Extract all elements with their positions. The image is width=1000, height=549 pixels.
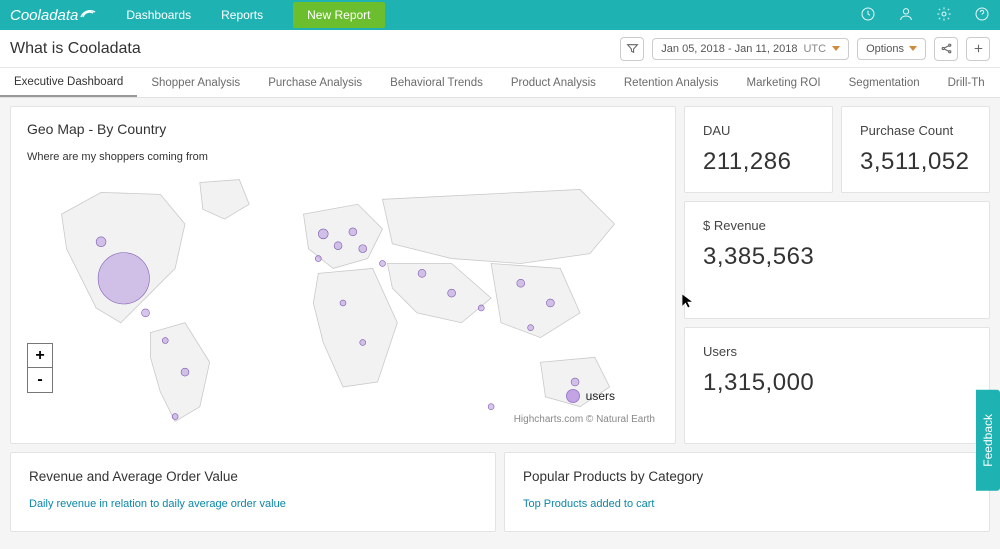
kpi-dau-value: 211,286 (703, 148, 814, 176)
date-range-picker[interactable]: Jan 05, 2018 - Jan 11, 2018 UTC (652, 38, 849, 60)
tab-product-analysis[interactable]: Product Analysis (497, 68, 610, 97)
tab-drill-through[interactable]: Drill-Th (934, 68, 999, 97)
row-2: Revenue and Average Order Value Daily re… (10, 452, 990, 532)
map-attribution: Highcharts.com © Natural Earth (514, 414, 655, 425)
chevron-down-icon (832, 46, 840, 51)
brand-text: Cooladata (10, 7, 78, 24)
panel-revenue-sub: Daily revenue in relation to daily avera… (29, 498, 477, 510)
tab-executive-dashboard[interactable]: Executive Dashboard (0, 68, 137, 97)
panel-popular-sub: Top Products added to cart (523, 498, 971, 510)
user-icon[interactable] (898, 6, 914, 25)
panel-popular-title: Popular Products by Category (523, 469, 971, 484)
tab-behavioral-trends[interactable]: Behavioral Trends (376, 68, 497, 97)
kpi-revenue-label: $ Revenue (703, 218, 971, 233)
zoom-out-button[interactable]: - (28, 368, 52, 392)
gear-icon[interactable] (936, 6, 952, 25)
kpi-users-label: Users (703, 344, 971, 359)
page-title: What is Cooladata (10, 40, 141, 58)
kpi-dau: DAU 211,286 (684, 106, 833, 193)
tabs: Executive Dashboard Shopper Analysis Pur… (0, 68, 1000, 98)
panel-revenue-title: Revenue and Average Order Value (29, 469, 477, 484)
legend-label: users (586, 389, 615, 403)
kpi-purchase-count-label: Purchase Count (860, 123, 971, 138)
header-row: What is Cooladata Jan 05, 2018 - Jan 11,… (0, 30, 1000, 68)
add-button[interactable] (966, 37, 990, 61)
tab-purchase-analysis[interactable]: Purchase Analysis (254, 68, 376, 97)
new-report-button[interactable]: New Report (293, 2, 384, 28)
nav-reports[interactable]: Reports (221, 8, 263, 22)
kpi-revenue-value: 3,385,563 (703, 243, 971, 271)
panel-popular-products: Popular Products by Category Top Product… (504, 452, 990, 532)
map-panel-title: Geo Map - By Country (27, 121, 659, 137)
logo-arc-icon (80, 5, 96, 22)
chevron-down-icon (909, 46, 917, 51)
header-right: Jan 05, 2018 - Jan 11, 2018 UTC Options (620, 37, 990, 61)
filter-button[interactable] (620, 37, 644, 61)
tab-marketing-roi[interactable]: Marketing ROI (733, 68, 835, 97)
tab-segmentation[interactable]: Segmentation (835, 68, 934, 97)
nav-dashboards[interactable]: Dashboards (126, 8, 191, 22)
kpi-dau-label: DAU (703, 123, 814, 138)
kpi-purchase-count-value: 3,511,052 (860, 148, 971, 176)
share-button[interactable] (934, 37, 958, 61)
zoom-controls: + - (27, 343, 53, 393)
map-panel: Geo Map - By Country Where are my shoppe… (10, 106, 676, 444)
logo[interactable]: Cooladata (10, 7, 96, 24)
panel-revenue-aov: Revenue and Average Order Value Daily re… (10, 452, 496, 532)
tab-retention-analysis[interactable]: Retention Analysis (610, 68, 733, 97)
zoom-in-button[interactable]: + (28, 344, 52, 368)
kpi-users: Users 1,315,000 (684, 327, 990, 445)
map-legend: users (566, 389, 615, 403)
clock-icon[interactable] (860, 6, 876, 25)
kpi-users-value: 1,315,000 (703, 369, 971, 397)
kpi-stack: DAU 211,286 Purchase Count 3,511,052 $ R… (684, 106, 990, 444)
options-label: Options (866, 43, 904, 55)
tz-text: UTC (803, 43, 826, 55)
feedback-tab[interactable]: Feedback (976, 390, 1000, 491)
options-dropdown[interactable]: Options (857, 38, 926, 60)
map-panel-subtitle: Where are my shoppers coming from (27, 151, 659, 163)
help-icon[interactable] (974, 6, 990, 25)
date-range-text: Jan 05, 2018 - Jan 11, 2018 (661, 43, 797, 55)
topbar: Cooladata Dashboards Reports New Report (0, 0, 1000, 30)
content: Geo Map - By Country Where are my shoppe… (0, 98, 1000, 540)
legend-dot-icon (566, 389, 580, 403)
kpi-revenue: $ Revenue 3,385,563 (684, 201, 990, 319)
tab-shopper-analysis[interactable]: Shopper Analysis (137, 68, 254, 97)
kpi-purchase-count: Purchase Count 3,511,052 (841, 106, 990, 193)
world-map[interactable] (27, 173, 659, 433)
top-right-icons (860, 6, 990, 25)
